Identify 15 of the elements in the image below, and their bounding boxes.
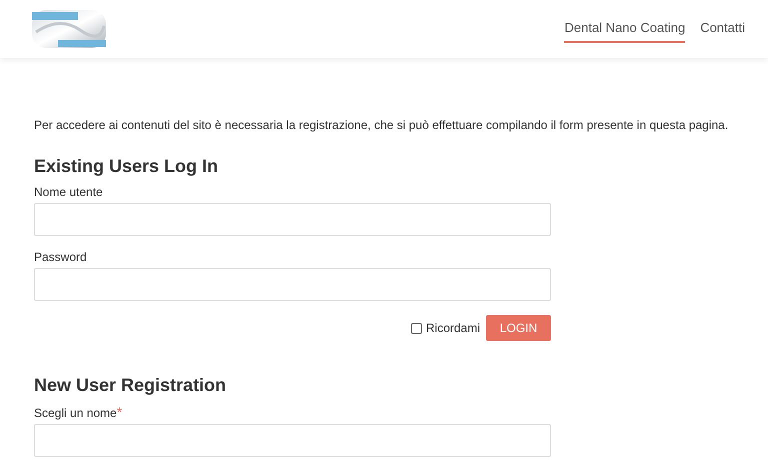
- section-title: Existing Users Log In: [34, 156, 220, 177]
- nav-link[interactable]: Dental Nano Coating: [564, 15, 686, 43]
- intro-text: Per accedere ai contenuti del sito è necessaria la registrazione, che si può effettuare compilando il form presente in questa pagina.: [34, 118, 730, 132]
- section-title: New User Registration: [34, 375, 228, 396]
- field-label: Scegli un nome: [34, 406, 117, 420]
- checkbox-label: Ricordami: [426, 321, 480, 335]
- logo-drawing[interactable]: [30, 8, 108, 50]
- input-field[interactable]: [34, 268, 551, 301]
- field-label: Nome utente: [34, 185, 103, 199]
- input-field[interactable]: [34, 424, 551, 457]
- nav-link[interactable]: Contatti: [700, 15, 745, 43]
- checkbox[interactable]: [410, 322, 422, 334]
- required-mark: *: [116, 404, 122, 420]
- field-label: Password: [34, 250, 87, 264]
- input-field[interactable]: [34, 203, 551, 236]
